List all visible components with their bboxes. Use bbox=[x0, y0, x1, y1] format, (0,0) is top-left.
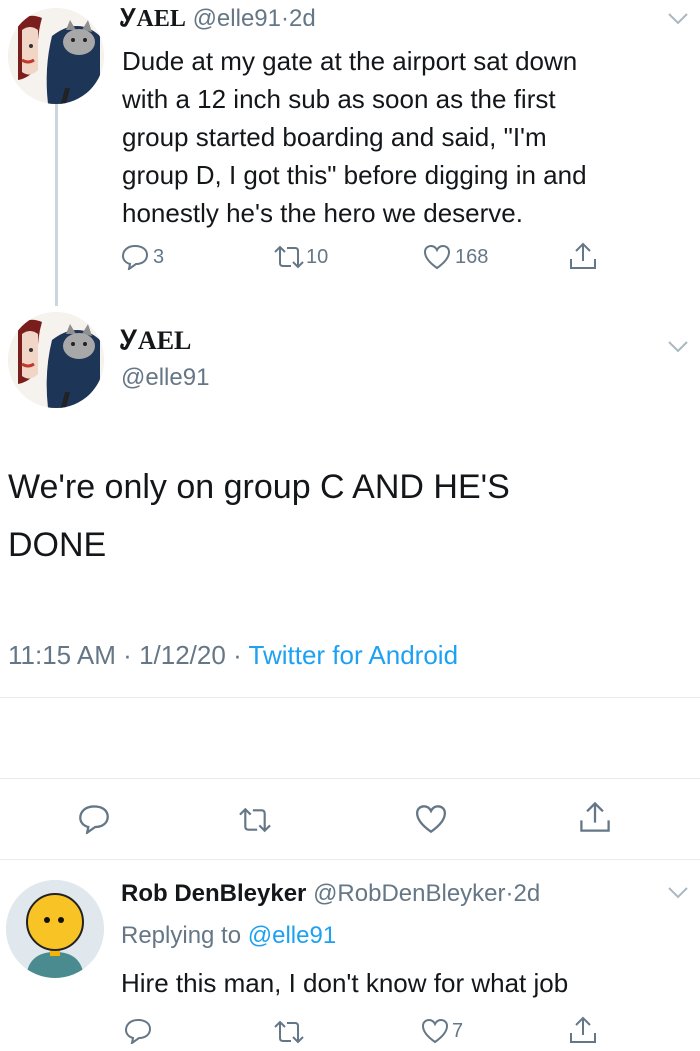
retweet-icon bbox=[239, 807, 271, 833]
author-handle[interactable]: @elle91 bbox=[193, 5, 281, 32]
tweet-line: Dude at my gate at the airport sat down bbox=[122, 46, 578, 76]
author-name[interactable]: ᎩAEL bbox=[120, 326, 191, 357]
reply-icon bbox=[121, 244, 149, 270]
reply-button[interactable] bbox=[78, 804, 110, 834]
meta-separator: · bbox=[233, 640, 242, 670]
chevron-down-icon[interactable] bbox=[667, 886, 689, 900]
tweet-timestamp[interactable]: 2d bbox=[289, 5, 316, 32]
share-icon bbox=[580, 801, 610, 832]
header-separator: · bbox=[280, 5, 289, 32]
author-handle[interactable]: @elle91 bbox=[121, 364, 209, 392]
meta-separator: · bbox=[123, 640, 132, 670]
chevron-down-icon[interactable] bbox=[667, 12, 689, 26]
tweet-meta: 11:15 AM · 1/12/20 · Twitter for Android bbox=[8, 640, 458, 671]
tweet-line: DONE bbox=[8, 526, 107, 564]
like-count: 168 bbox=[455, 245, 489, 268]
avatar-rob[interactable] bbox=[6, 880, 104, 978]
tweet-line: group D, I got this" before digging in a… bbox=[122, 160, 587, 190]
reply-count: 3 bbox=[153, 245, 165, 268]
reply-icon bbox=[124, 1018, 152, 1044]
avatar-yael[interactable] bbox=[8, 8, 104, 104]
tweet-line: group started boarding and said, "I'm bbox=[122, 122, 547, 152]
tweet-header: ᎩAEL @elle91·2d bbox=[120, 5, 316, 33]
tweet-line: We're only on group C AND HE'S bbox=[8, 468, 510, 506]
like-icon bbox=[415, 805, 447, 834]
retweet-button[interactable]: 10 bbox=[272, 244, 328, 270]
share-icon bbox=[570, 242, 596, 269]
tweet-time: 11:15 AM bbox=[8, 640, 116, 670]
reply-header: Rob DenBleyker @RobDenBleyker·2d bbox=[121, 880, 540, 908]
share-button[interactable] bbox=[568, 1015, 598, 1045]
like-count: 7 bbox=[452, 1019, 464, 1042]
share-button[interactable] bbox=[578, 800, 612, 834]
like-icon bbox=[423, 244, 451, 270]
chevron-down-icon[interactable] bbox=[667, 340, 689, 354]
tweet-timestamp[interactable]: 2d bbox=[514, 880, 541, 907]
author-name[interactable]: ᎩAEL bbox=[120, 6, 186, 32]
author-name[interactable]: Rob DenBleyker bbox=[121, 880, 306, 907]
tweet-line: with a 12 inch sub as soon as the first bbox=[122, 84, 556, 114]
reply-button[interactable] bbox=[124, 1018, 152, 1044]
retweet-icon bbox=[274, 1020, 304, 1044]
reply-button[interactable]: 3 bbox=[121, 244, 164, 270]
replying-to-prefix: Replying to bbox=[121, 922, 242, 949]
retweet-count: 10 bbox=[306, 245, 329, 268]
reply-text: Hire this man, I don't know for what job bbox=[121, 968, 569, 998]
replying-to: Replying to @elle91 bbox=[121, 922, 336, 950]
replying-to-handle[interactable]: @elle91 bbox=[248, 922, 336, 949]
like-button[interactable]: 168 bbox=[423, 244, 488, 270]
retweet-button[interactable] bbox=[272, 1019, 306, 1045]
divider bbox=[0, 778, 700, 779]
share-button[interactable] bbox=[568, 241, 598, 271]
author-handle[interactable]: @RobDenBleyker bbox=[313, 880, 505, 907]
avatar-rob-illustration bbox=[6, 880, 104, 978]
avatar-yael-illustration bbox=[8, 8, 104, 104]
tweet-text: Dude at my gate at the airport sat down … bbox=[122, 42, 692, 232]
divider bbox=[0, 697, 700, 698]
like-icon bbox=[421, 1018, 449, 1044]
header-separator: · bbox=[505, 880, 514, 907]
avatar-yael-illustration bbox=[8, 312, 104, 408]
tweet-line: honestly he's the hero we deserve. bbox=[122, 198, 523, 228]
tweet-date: 1/12/20 bbox=[139, 640, 226, 670]
thread-connector bbox=[55, 104, 58, 306]
like-button[interactable] bbox=[414, 804, 448, 834]
avatar-yael[interactable] bbox=[8, 312, 104, 408]
divider bbox=[0, 859, 700, 860]
retweet-button[interactable] bbox=[236, 806, 274, 834]
main-tweet-text: We're only on group C AND HE'S DONE bbox=[8, 458, 688, 574]
tweet-source[interactable]: Twitter for Android bbox=[249, 640, 459, 670]
like-button[interactable]: 7 bbox=[421, 1018, 463, 1044]
reply-icon bbox=[79, 805, 109, 834]
retweet-icon bbox=[274, 245, 304, 269]
share-icon bbox=[570, 1016, 596, 1043]
